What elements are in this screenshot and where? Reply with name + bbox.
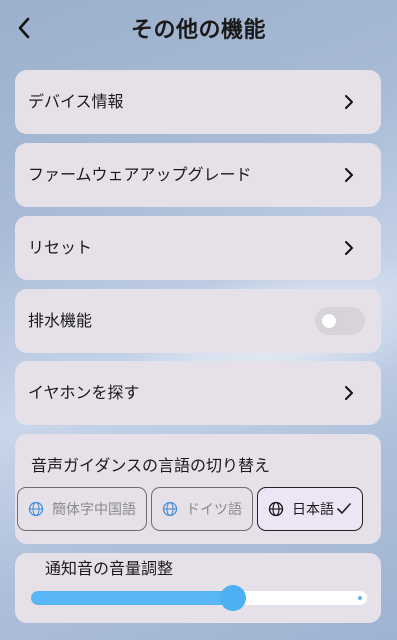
checkmark-icon <box>337 503 351 514</box>
chevron-right-icon <box>345 241 353 255</box>
toggle-knob <box>322 314 336 328</box>
row-label: イヤホンを探す <box>28 383 140 402</box>
firmware-upgrade-row[interactable]: ファームウェアアップグレード <box>15 143 381 207</box>
language-option-label: ドイツ語 <box>186 502 242 518</box>
globe-icon <box>28 501 44 517</box>
device-info-row[interactable]: デバイス情報 <box>15 70 381 134</box>
volume-slider-track[interactable] <box>31 585 367 611</box>
page-title: その他の機能 <box>130 18 266 43</box>
header: その他の機能 <box>0 0 397 60</box>
globe-icon <box>268 501 284 517</box>
language-option-simplified-chinese[interactable]: 簡体字中国語 <box>17 487 147 531</box>
row-label: デバイス情報 <box>28 92 124 111</box>
volume-slider-end-dot <box>358 596 362 600</box>
reset-row[interactable]: リセット <box>15 216 381 280</box>
find-earphones-row[interactable]: イヤホンを探す <box>15 361 381 425</box>
volume-slider-thumb[interactable] <box>219 585 246 611</box>
notification-volume-title: 通知音の音量調整 <box>45 559 174 578</box>
language-option-japanese[interactable]: 日本語 <box>257 487 363 531</box>
voice-language-title: 音声ガイダンスの言語の切り替え <box>31 456 271 475</box>
volume-slider-fill <box>31 591 233 605</box>
language-option-label: 簡体字中国語 <box>52 502 136 518</box>
water-drain-toggle[interactable] <box>315 307 365 335</box>
chevron-right-icon <box>345 95 353 109</box>
globe-icon <box>162 501 178 517</box>
row-label: リセット <box>28 238 93 257</box>
notification-volume-card: 通知音の音量調整 <box>15 553 381 623</box>
water-drain-row: 排水機能 <box>15 289 381 353</box>
row-label: 排水機能 <box>28 311 93 330</box>
language-option-label: 日本語 <box>292 502 334 518</box>
voice-language-card: 音声ガイダンスの言語の切り替え 簡体字中国語 ドイツ語 日本語 <box>15 434 381 544</box>
language-option-german[interactable]: ドイツ語 <box>151 487 253 531</box>
row-label: ファームウェアアップグレード <box>28 165 252 184</box>
chevron-right-icon <box>345 386 353 400</box>
chevron-right-icon <box>345 168 353 182</box>
